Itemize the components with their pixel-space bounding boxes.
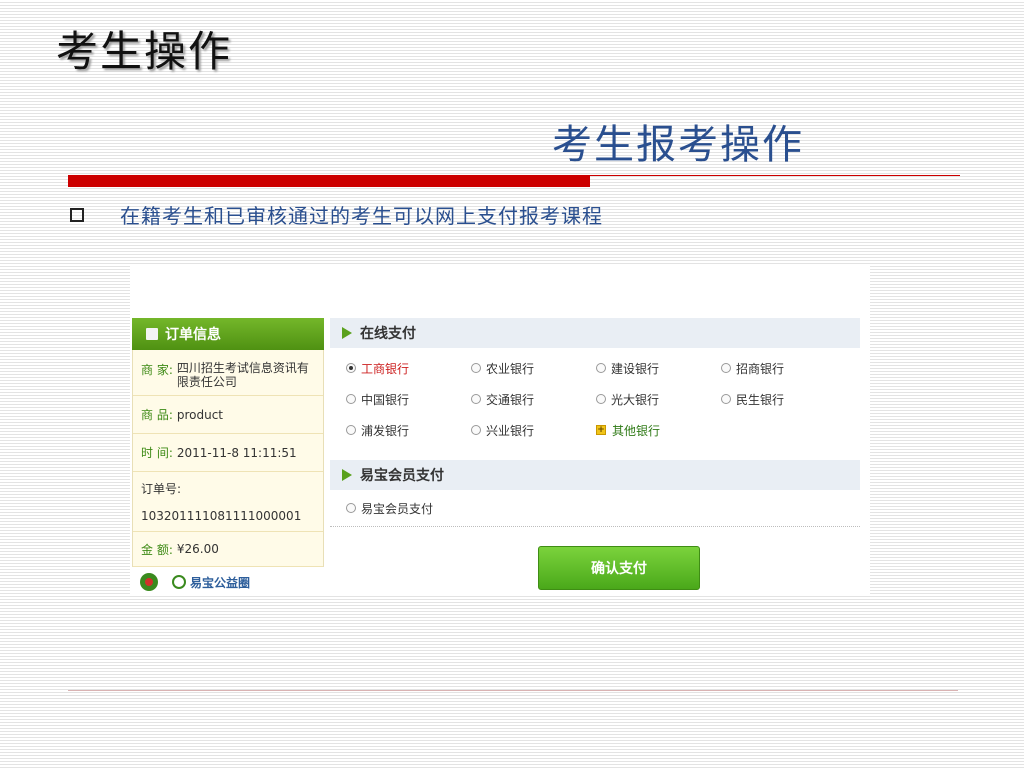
radio-icon[interactable]	[721, 363, 731, 373]
dotted-divider	[330, 526, 860, 527]
bank-option-spdb[interactable]: 浦发银行	[346, 420, 471, 440]
order-number-row: 订单号: 103201111081111000001	[133, 472, 323, 532]
order-number-value: 103201111081111000001	[141, 509, 302, 523]
time-row: 时 间: 2011-11-8 11:11:51	[133, 434, 323, 472]
payment-screenshot: 订单信息 商 家: 四川招生考试信息资讯有限责任公司 商 品: product …	[130, 266, 870, 594]
partner-logo-icon	[140, 573, 158, 591]
bank-label: 中国银行	[361, 392, 410, 407]
bank-label: 交通银行	[486, 392, 535, 407]
time-label: 时 间:	[141, 446, 173, 460]
bank-label: 光大银行	[611, 392, 660, 407]
title-rule-thick	[68, 175, 590, 187]
bank-label: 民生银行	[736, 392, 785, 407]
radio-icon[interactable]	[721, 394, 731, 404]
merchant-row: 商 家: 四川招生考试信息资讯有限责任公司	[133, 350, 323, 396]
bank-label: 兴业银行	[486, 423, 535, 438]
amount-value: ¥26.00	[176, 542, 219, 556]
bottom-rule	[68, 690, 958, 691]
order-info-panel: 订单信息 商 家: 四川招生考试信息资讯有限责任公司 商 品: product …	[132, 318, 324, 591]
confirm-payment-button[interactable]: 确认支付	[538, 546, 700, 590]
bank-label: 浦发银行	[361, 423, 410, 438]
product-value: product	[176, 407, 224, 422]
time-value: 2011-11-8 11:11:51	[176, 445, 297, 460]
merchant-label: 商 家:	[141, 363, 173, 377]
bullet-text: 在籍考生和已审核通过的考生可以网上支付报考课程	[120, 204, 603, 228]
bank-option-bocom[interactable]: 交通银行	[471, 389, 596, 409]
footer-logos: 易宝公益圈	[132, 567, 324, 594]
other-banks-link[interactable]: + 其他银行	[596, 420, 721, 440]
member-payment-option[interactable]: 易宝会员支付	[330, 490, 860, 518]
radio-icon[interactable]	[471, 363, 481, 373]
radio-icon[interactable]	[471, 425, 481, 435]
play-arrow-icon	[342, 327, 352, 339]
document-icon	[146, 328, 158, 340]
amount-row: 金 额: ¥26.00	[133, 532, 323, 567]
radio-icon[interactable]	[596, 363, 606, 373]
bank-option-cmbc[interactable]: 民生银行	[721, 389, 846, 409]
member-payment-label: 易宝会员支付	[361, 501, 434, 516]
bank-label: 工商银行	[361, 361, 410, 376]
product-label: 商 品:	[141, 408, 173, 422]
online-payment-header: 在线支付	[330, 318, 860, 348]
bank-option-abc[interactable]: 农业银行	[471, 358, 596, 378]
radio-icon[interactable]	[346, 425, 356, 435]
bank-option-cib[interactable]: 兴业银行	[471, 420, 596, 440]
payment-panel: 在线支付 工商银行 农业银行 建设银行 招商银行 中国银行 交通银行 光大银行 …	[330, 318, 860, 590]
bullet-line: 在籍考生和已审核通过的考生可以网上支付报考课程	[70, 200, 603, 229]
slide-title: 考生操作	[56, 27, 233, 76]
bank-option-cmb[interactable]: 招商银行	[721, 358, 846, 378]
amount-label: 金 额:	[141, 542, 173, 557]
other-banks-label: 其他银行	[612, 423, 661, 438]
slide-subtitle: 考生报考操作	[552, 122, 804, 168]
radio-icon[interactable]	[346, 363, 356, 373]
merchant-value: 四川招生考试信息资讯有限责任公司	[176, 361, 309, 389]
radio-icon[interactable]	[346, 394, 356, 404]
bank-option-ccb[interactable]: 建设银行	[596, 358, 721, 378]
bank-label: 招商银行	[736, 361, 785, 376]
yeepay-charity-text: 易宝公益圈	[190, 575, 251, 590]
radio-icon[interactable]	[471, 394, 481, 404]
plus-icon: +	[596, 425, 606, 435]
order-info-header: 订单信息	[132, 318, 324, 350]
bank-option-ceb[interactable]: 光大银行	[596, 389, 721, 409]
title-rule-thin	[590, 175, 960, 176]
product-row: 商 品: product	[133, 396, 323, 434]
online-payment-title: 在线支付	[360, 326, 416, 342]
bank-option-boc[interactable]: 中国银行	[346, 389, 471, 409]
yeepay-logo-icon	[172, 575, 186, 589]
member-payment-header: 易宝会员支付	[330, 460, 860, 490]
order-info-body: 商 家: 四川招生考试信息资讯有限责任公司 商 品: product 时 间: …	[132, 350, 324, 567]
order-info-title: 订单信息	[165, 327, 221, 343]
radio-icon[interactable]	[596, 394, 606, 404]
square-bullet-icon	[70, 207, 84, 222]
yeepay-charity-logo: 易宝公益圈	[172, 574, 250, 591]
bank-label: 建设银行	[611, 361, 660, 376]
bank-option-icbc[interactable]: 工商银行	[346, 358, 471, 378]
play-arrow-icon	[342, 469, 352, 481]
bank-options: 工商银行 农业银行 建设银行 招商银行 中国银行 交通银行 光大银行 民生银行 …	[330, 348, 860, 440]
order-number-label: 订单号:	[141, 482, 182, 496]
member-payment-title: 易宝会员支付	[360, 468, 444, 484]
bank-label: 农业银行	[486, 361, 535, 376]
radio-icon[interactable]	[346, 503, 356, 513]
